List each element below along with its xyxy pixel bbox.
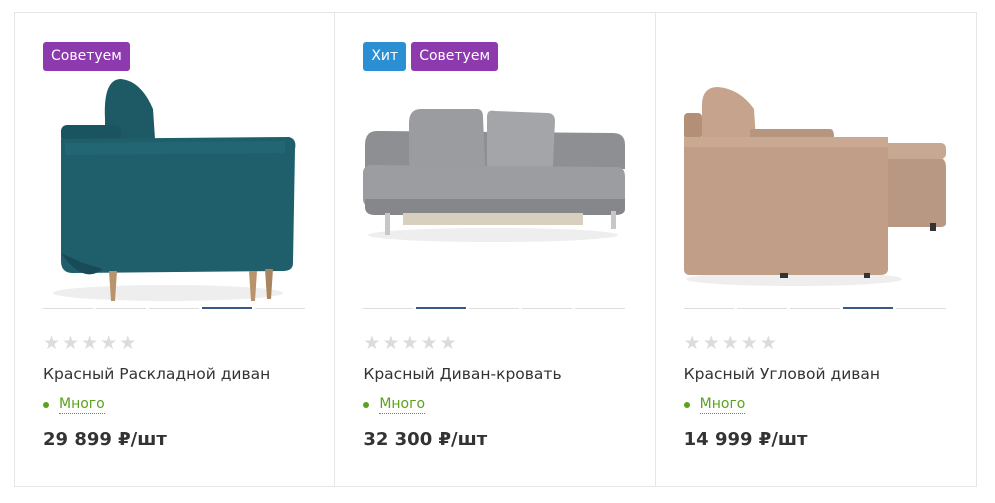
teal-sofa-side-view-icon	[53, 79, 296, 301]
product-title[interactable]: Красный Раскладной диван	[43, 365, 313, 383]
slide-dot[interactable]	[255, 308, 305, 309]
star-icon: ★	[81, 332, 99, 354]
star-icon: ★	[363, 332, 381, 354]
product-image[interactable]	[683, 57, 946, 303]
stock-text[interactable]: Много	[59, 396, 105, 414]
product-image[interactable]	[43, 57, 305, 303]
star-icon: ★	[62, 332, 80, 354]
slide-dot[interactable]	[43, 308, 93, 309]
slide-dot-active[interactable]	[842, 307, 893, 309]
star-icon: ★	[740, 332, 758, 354]
stock-dot-icon	[43, 402, 49, 408]
product-card[interactable]: Советуем ★ ★ ★ ★ ★ Красный Раскладной ди…	[15, 13, 336, 486]
star-icon: ★	[721, 332, 739, 354]
beige-corner-sofa-icon	[683, 87, 946, 286]
image-slide-indicator	[43, 307, 305, 310]
grey-sofa-bed-icon	[363, 109, 626, 242]
stock-status: Много	[43, 396, 105, 414]
star-icon: ★	[439, 332, 457, 354]
stock-dot-icon	[363, 402, 370, 408]
rating-stars: ★ ★ ★ ★ ★	[684, 333, 777, 353]
rating-stars: ★ ★ ★ ★ ★	[363, 333, 456, 353]
product-price: 29 899 ₽/шт	[43, 429, 167, 450]
star-icon: ★	[382, 332, 400, 354]
product-grid: Советуем ★ ★ ★ ★ ★ Красный Раскладной ди…	[14, 12, 977, 487]
slide-dot[interactable]	[683, 308, 734, 309]
slide-dot[interactable]	[149, 308, 199, 309]
stock-dot-icon	[683, 402, 690, 408]
slide-dot[interactable]	[363, 308, 414, 309]
image-slide-indicator	[683, 307, 946, 310]
slide-dot-active[interactable]	[202, 307, 252, 309]
product-title[interactable]: Красный Диван-кровать	[363, 365, 633, 383]
product-price: 14 999 ₽/шт	[683, 429, 808, 450]
product-image[interactable]	[363, 57, 626, 303]
star-icon: ★	[100, 332, 118, 354]
slide-dot[interactable]	[469, 308, 520, 309]
badge-list: Советуем	[43, 42, 130, 71]
product-card[interactable]: Хит Советуем ★ ★ ★ ★ ★ Красный Диван-кро…	[335, 13, 656, 486]
stock-status: Много	[363, 396, 426, 414]
stock-text[interactable]: Много	[379, 396, 426, 414]
product-card[interactable]: ★ ★ ★ ★ ★ Красный Угловой диван Много 14…	[656, 13, 976, 486]
star-icon: ★	[759, 332, 777, 354]
stock-text[interactable]: Много	[699, 396, 746, 414]
star-icon: ★	[702, 332, 720, 354]
slide-dot-active[interactable]	[416, 307, 467, 309]
star-icon: ★	[43, 332, 61, 354]
slide-dot[interactable]	[789, 308, 840, 309]
product-title[interactable]: Красный Угловой диван	[684, 365, 954, 383]
slide-dot[interactable]	[522, 308, 573, 309]
star-icon: ★	[119, 332, 137, 354]
badge-recommended: Советуем	[43, 42, 130, 71]
star-icon: ★	[401, 332, 419, 354]
image-slide-indicator	[363, 307, 626, 310]
slide-dot[interactable]	[96, 308, 146, 309]
slide-dot[interactable]	[736, 308, 787, 309]
slide-dot[interactable]	[575, 308, 626, 309]
slide-dot[interactable]	[895, 308, 946, 309]
star-icon: ★	[683, 332, 701, 354]
badge-hit: Хит	[363, 42, 407, 71]
stock-status: Много	[683, 396, 746, 414]
star-icon: ★	[420, 332, 438, 354]
product-price: 32 300 ₽/шт	[363, 429, 488, 450]
badge-list: Хит Советуем	[363, 42, 499, 71]
rating-stars: ★ ★ ★ ★ ★	[43, 333, 136, 353]
badge-recommended: Советуем	[411, 42, 499, 71]
